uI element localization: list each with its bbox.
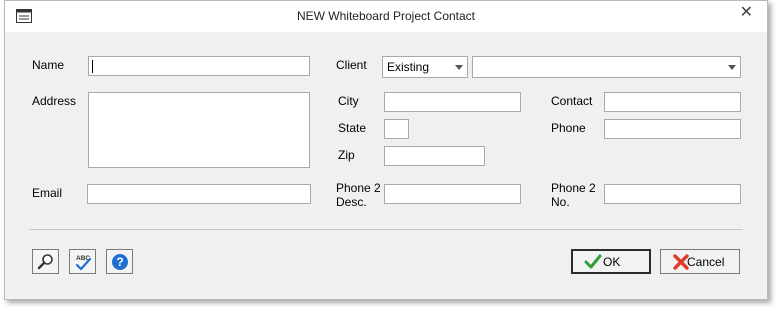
spellcheck-icon: ABC xyxy=(75,255,92,271)
footer-divider xyxy=(29,229,743,230)
email-field[interactable] xyxy=(87,184,311,204)
phone2-desc-label-line1: Phone 2 xyxy=(336,181,381,195)
zip-label: Zip xyxy=(338,148,355,162)
dialog-window: NEW Whiteboard Project Contact ✕ Name Ad… xyxy=(4,0,768,300)
ok-button-label: OK xyxy=(603,255,621,269)
phone2-desc-field[interactable] xyxy=(384,184,521,204)
search-icon xyxy=(37,254,53,270)
phone2-no-field[interactable] xyxy=(604,184,741,204)
phone2-no-label-line1: Phone 2 xyxy=(551,181,596,195)
help-icon: ? xyxy=(112,254,128,270)
cancel-button-label: Cancel xyxy=(687,255,725,269)
help-button[interactable]: ? xyxy=(106,249,133,274)
address-field[interactable] xyxy=(88,92,310,168)
city-field[interactable] xyxy=(384,92,521,112)
title-bar: NEW Whiteboard Project Contact ✕ xyxy=(5,1,767,32)
phone2-desc-label-line2: Desc. xyxy=(336,195,367,209)
chevron-down-icon xyxy=(455,65,463,70)
state-label: State xyxy=(338,121,367,135)
client-type-value: Existing xyxy=(387,60,430,74)
window-title: NEW Whiteboard Project Contact xyxy=(296,9,476,23)
chevron-down-icon xyxy=(728,65,736,70)
cancel-button[interactable]: Cancel xyxy=(660,249,740,274)
svg-text:?: ? xyxy=(116,255,123,269)
email-label: Email xyxy=(32,186,63,200)
phone2-desc-label: Phone 2 Desc. xyxy=(336,181,381,209)
name-field[interactable] xyxy=(88,56,310,76)
phone2-no-label-line2: No. xyxy=(551,195,570,209)
phone2-no-label: Phone 2 No. xyxy=(551,181,596,209)
text-caret xyxy=(92,60,93,73)
client-type-select[interactable]: Existing xyxy=(382,56,468,78)
phone-label: Phone xyxy=(551,121,586,135)
client-select[interactable] xyxy=(472,56,741,78)
contact-label: Contact xyxy=(551,94,593,108)
phone-field[interactable] xyxy=(604,119,741,139)
city-label: City xyxy=(338,94,359,108)
address-label: Address xyxy=(32,94,77,108)
name-label: Name xyxy=(32,58,65,72)
checkmark-icon xyxy=(584,254,602,269)
client-label: Client xyxy=(336,58,367,72)
ok-button[interactable]: OK xyxy=(571,249,651,274)
state-field[interactable] xyxy=(384,119,409,139)
zip-field[interactable] xyxy=(384,146,485,166)
spellcheck-button[interactable]: ABC xyxy=(69,249,96,274)
close-icon[interactable]: ✕ xyxy=(740,5,753,21)
contact-field[interactable] xyxy=(604,92,741,112)
search-button[interactable] xyxy=(32,249,59,274)
